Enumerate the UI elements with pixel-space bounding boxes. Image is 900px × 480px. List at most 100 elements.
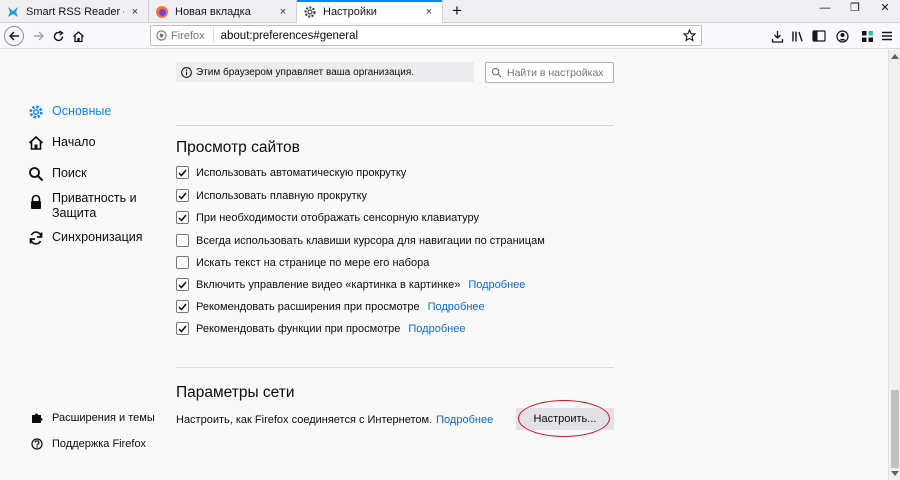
option-label: Всегда использовать клавиши курсора для … [196,234,545,247]
addons-label: Расширения и темы [52,412,155,424]
tab-new-tab[interactable]: Новая вкладка × [148,0,296,23]
search-icon [29,167,44,182]
home-icon [72,30,84,42]
category-home[interactable]: Начало [28,135,96,151]
learn-more-link[interactable]: Подробнее [468,279,525,291]
home-button[interactable] [67,25,89,47]
identity-label: Firefox [171,29,205,42]
category-search[interactable]: Поиск [28,166,87,182]
option-autoscroll[interactable]: Использовать автоматическую прокрутку [176,166,406,179]
sidebar-icon [812,30,826,42]
search-settings-input[interactable]: Найти в настройках [485,62,614,83]
connection-settings-button[interactable]: Настроить... [516,408,614,430]
option-recommend-features[interactable]: Рекомендовать функции при просмотре Подр… [176,322,465,335]
checkmark-icon [178,214,187,222]
close-window-button[interactable]: ✕ [870,0,900,20]
tab-settings[interactable]: Настройки × [296,0,443,24]
minimize-button[interactable]: — [810,0,840,20]
browsing-heading: Просмотр сайтов [176,139,300,156]
bookmark-star-button[interactable] [680,27,698,45]
tab-strip: Smart RSS Reader – Загрузите × Новая вкл… [0,0,900,24]
extensions-button[interactable] [856,25,878,47]
tab-smart-rss[interactable]: Smart RSS Reader – Загрузите × [0,0,148,23]
hamburger-menu-icon [882,31,892,41]
identity-box[interactable]: Firefox [151,28,214,43]
category-privacy[interactable]: Приватность и Защита [28,191,137,221]
app-menu-button[interactable] [876,25,898,47]
puzzle-icon [32,413,43,423]
section-divider [176,125,614,126]
scroll-down-arrow-icon[interactable] [891,471,899,476]
new-tab-button[interactable]: + [448,1,466,21]
learn-more-link[interactable]: Подробнее [428,301,485,313]
option-label: Использовать плавную прокрутку [196,189,368,202]
checkbox-unchecked[interactable] [176,256,189,269]
restore-button[interactable]: ❐ [840,0,870,20]
option-recommend-extensions[interactable]: Рекомендовать расширения при просмотре П… [176,300,485,313]
url-bar[interactable]: Firefox about:preferences#general [150,25,702,46]
option-touch-keyboard[interactable]: При необходимости отображать сенсорную к… [176,211,479,224]
support-label: Поддержка Firefox [52,438,147,450]
checkmark-icon [178,325,187,333]
addons-link[interactable]: Расширения и темы [31,412,155,424]
tab-title: Новая вкладка [175,5,251,18]
category-label: Начало [52,135,96,149]
option-caret-browsing[interactable]: Всегда использовать клавиши курсора для … [176,234,545,247]
category-general[interactable]: Основные [28,104,111,120]
checkbox-checked[interactable] [176,211,189,224]
back-button[interactable] [4,26,24,46]
category-label: Поиск [52,166,87,180]
reload-icon [53,29,64,41]
scroll-up-arrow-icon[interactable] [891,54,899,59]
learn-more-link[interactable]: Подробнее [408,323,465,335]
category-label: Основные [52,104,112,118]
option-find-as-you-type[interactable]: Искать текст на странице по мере его наб… [176,256,429,269]
save-to-pocket-button[interactable] [766,25,788,47]
checkmark-icon [178,169,187,177]
checkmark-icon [178,281,187,289]
tab-close-icon[interactable]: × [128,6,142,18]
network-description-text: Настроить, как Firefox соединяется с Инт… [176,414,433,426]
policy-notice-text: Этим браузером управляет ваша организаци… [196,66,415,78]
option-label: Рекомендовать функции при просмотре [196,322,401,335]
tab-title: Smart RSS Reader – Загрузите [26,5,124,18]
network-description: Настроить, как Firefox соединяется с Инт… [176,414,493,426]
url-address[interactable]: about:preferences#general [214,30,680,42]
option-smooth-scroll[interactable]: Использовать плавную прокрутку [176,189,367,202]
checkbox-unchecked[interactable] [176,234,189,247]
account-icon [835,29,849,43]
library-button[interactable] [787,25,809,47]
tab-title: Настройки [323,6,377,18]
option-label: Использовать автоматическую прокрутку [196,166,407,179]
library-icon [792,31,803,42]
checkbox-checked[interactable] [176,189,189,202]
checkbox-checked[interactable] [176,278,189,291]
preferences-page: Основные Начало Поиск Приватность и Защи… [0,50,888,480]
checkbox-checked[interactable] [176,300,189,313]
support-link[interactable]: Поддержка Firefox [31,438,146,450]
option-label: При необходимости отображать сенсорную к… [196,211,480,224]
star-icon [682,29,696,42]
category-label: Синхронизация [52,230,143,244]
scrollbar-thumb[interactable] [891,390,899,468]
account-button[interactable] [831,25,853,47]
checkmark-icon [178,192,187,200]
gear-icon [29,105,43,119]
home-icon [28,135,44,150]
checkbox-checked[interactable] [176,166,189,179]
category-sync[interactable]: Синхронизация [28,230,143,246]
tab-close-icon[interactable]: × [276,6,290,18]
learn-more-link[interactable]: Подробнее [436,414,493,426]
checkbox-checked[interactable] [176,322,189,335]
option-picture-in-picture[interactable]: Включить управление видео «картинка в ка… [176,278,525,291]
option-label: Искать текст на странице по мере его наб… [196,256,430,269]
sidebar-button[interactable] [808,25,830,47]
help-icon [31,438,43,450]
reload-button[interactable] [47,25,69,47]
policy-notice[interactable]: Этим браузером управляет ваша организаци… [176,62,474,82]
info-icon [181,66,192,78]
page-scrollbar[interactable] [888,50,900,480]
tab-close-icon[interactable]: × [422,6,436,18]
firefox-favicon-icon [156,5,168,18]
search-placeholder: Найти в настройках [507,66,604,79]
